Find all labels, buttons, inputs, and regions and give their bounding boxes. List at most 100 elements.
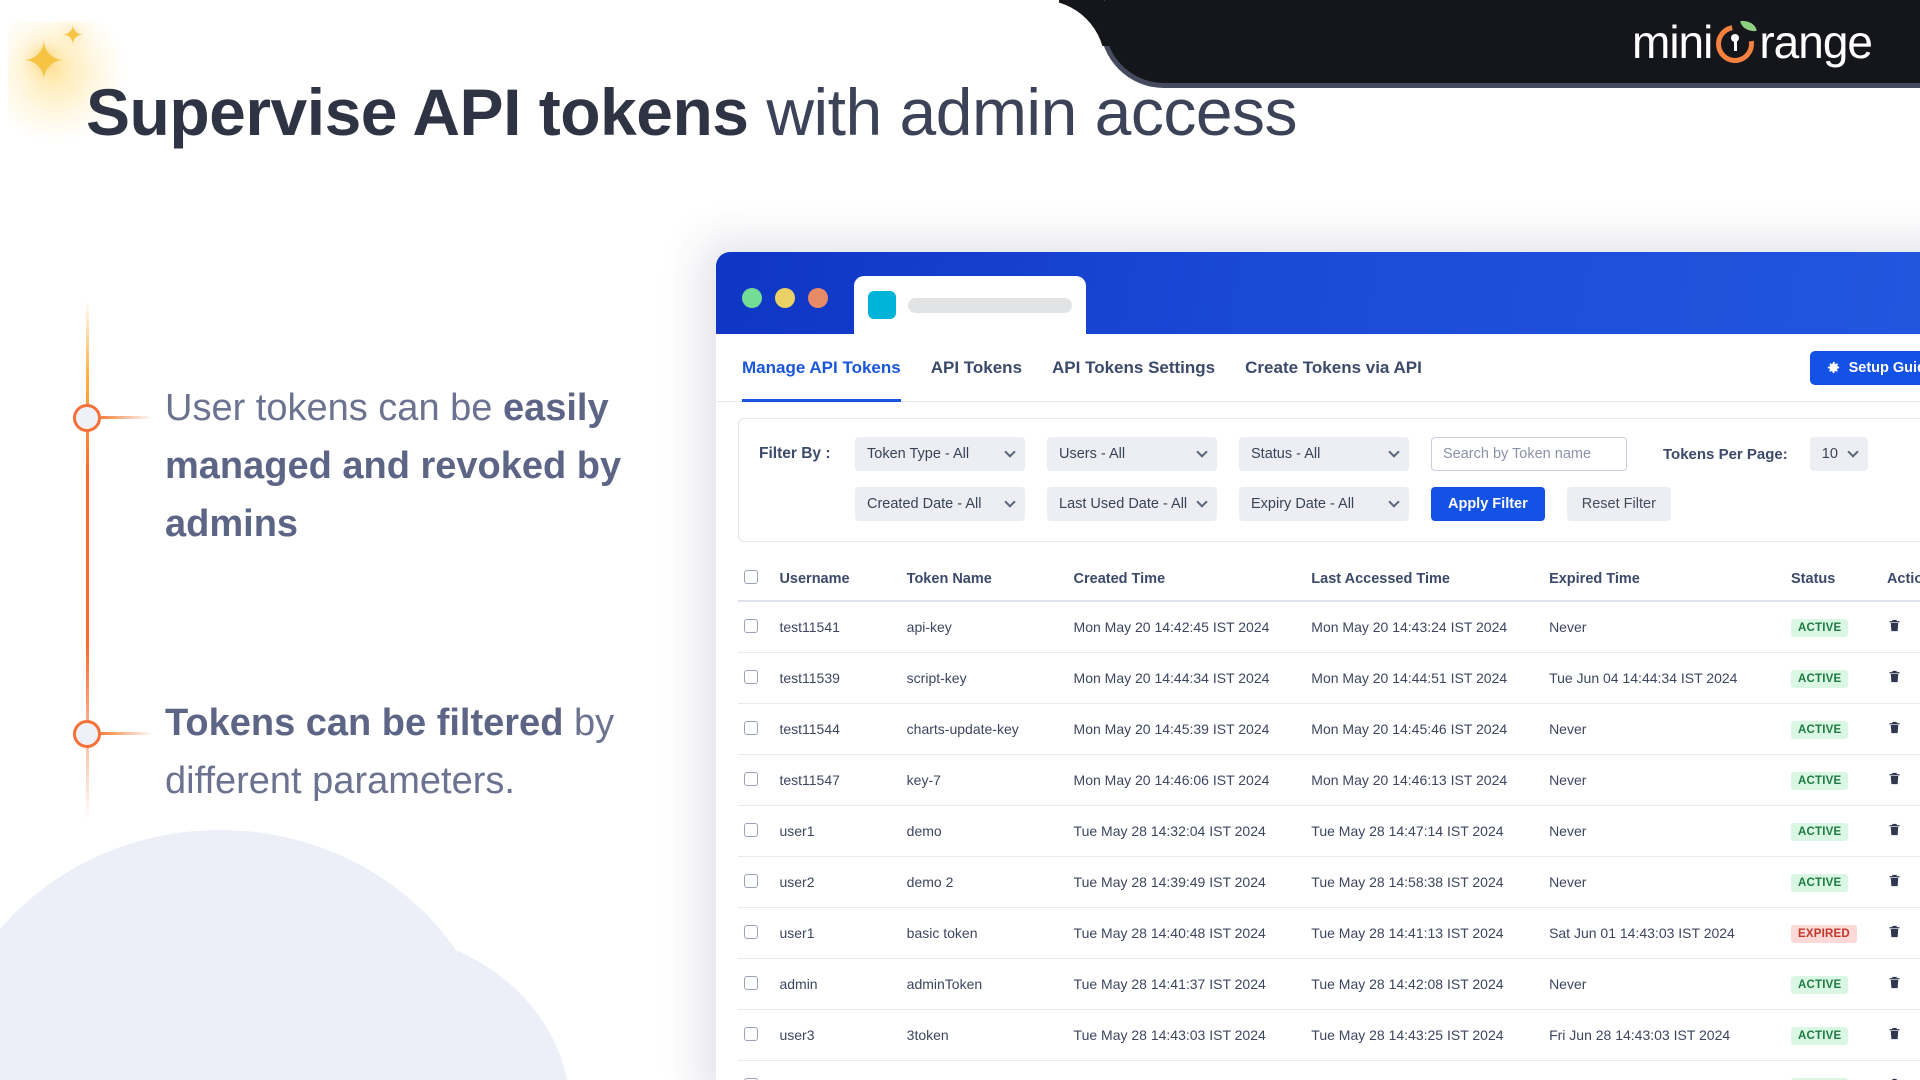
cell-action xyxy=(1880,907,1920,959)
search-input[interactable] xyxy=(1431,437,1627,471)
users-select[interactable]: Users - All xyxy=(1047,437,1217,471)
row-checkbox[interactable] xyxy=(744,924,758,939)
cell-last-accessed: Tue May 28 14:43:25 IST 2024 xyxy=(1311,1027,1504,1043)
row-checkbox[interactable] xyxy=(744,975,758,990)
table-row[interactable]: test11541 api-key Mon May 20 14:42:45 IST … xyxy=(738,601,1920,653)
table-row[interactable]: test11544 charts-update-key Mon May 20 14:… xyxy=(738,703,1920,755)
reset-filter-button[interactable]: Reset Filter xyxy=(1566,487,1671,521)
cell-token-name: script-key xyxy=(900,652,1068,704)
window-maximize-dot[interactable] xyxy=(742,288,762,308)
browser-tab[interactable] xyxy=(854,276,1086,334)
setup-guide-label: Setup Guide xyxy=(1848,359,1920,376)
row-checkbox[interactable] xyxy=(744,771,758,786)
cell-status: ACTIVE xyxy=(1785,805,1881,857)
delete-icon[interactable] xyxy=(1887,821,1902,838)
row-checkbox[interactable] xyxy=(744,720,758,735)
row-checkbox[interactable] xyxy=(744,1026,758,1041)
tokens-table-wrap: Username Token Name Created Time Last Ac… xyxy=(738,560,1920,1080)
header-action: Action xyxy=(1880,560,1920,602)
delete-icon[interactable] xyxy=(1887,719,1902,736)
cell-username: test11541 xyxy=(773,601,901,653)
table-row[interactable]: test11547 key-7 Mon May 20 14:46:06 IST 20… xyxy=(738,754,1920,806)
cell-expired-time: Sat Jun 01 14:43:03 IST 2024 xyxy=(1543,907,1785,959)
bullet-2-strong: Tokens can be filtered xyxy=(165,702,564,744)
expiry-date-select[interactable]: Expiry Date - All xyxy=(1239,487,1409,521)
status-select[interactable]: Status - All xyxy=(1239,437,1409,471)
chevron-down-icon xyxy=(1004,446,1016,458)
select-all-checkbox[interactable] xyxy=(744,570,758,584)
token-type-select[interactable]: Token Type - All xyxy=(855,437,1025,471)
cell-last-accessed: Mon May 20 14:43:24 IST 2024 xyxy=(1311,619,1508,635)
table-row[interactable]: admin adminToken Tue May 28 14:41:37 IST 2… xyxy=(738,958,1920,1010)
cell-token-name: Scriptrunner xyxy=(900,1060,1068,1080)
delete-icon[interactable] xyxy=(1887,770,1902,787)
tokens-per-page-label: Tokens Per Page: xyxy=(1663,445,1788,463)
window-minimize-dot[interactable] xyxy=(775,288,795,308)
row-checkbox[interactable] xyxy=(744,822,758,837)
delete-icon[interactable] xyxy=(1887,872,1902,889)
status-badge: ACTIVE xyxy=(1791,822,1849,841)
delete-icon[interactable] xyxy=(1887,617,1902,634)
cell-created-time: Tue May 28 14:43:03 IST 2024 xyxy=(1067,1009,1306,1061)
cell-expired-time: Never xyxy=(1543,805,1785,857)
cell-created-time: Tue May 28 14:32:04 IST 2024 xyxy=(1067,805,1306,857)
cell-status: ACTIVE xyxy=(1785,754,1881,806)
tab-create-tokens-via-api[interactable]: Create Tokens via API xyxy=(1245,334,1422,402)
row-select-cell xyxy=(738,907,774,959)
tab-title-placeholder xyxy=(908,297,1072,313)
row-checkbox[interactable] xyxy=(744,873,758,888)
row-select-cell xyxy=(738,601,774,653)
row-select-cell xyxy=(738,652,774,704)
header-created-time: Created Time xyxy=(1067,560,1306,602)
cell-status: ACTIVE xyxy=(1785,856,1881,908)
row-checkbox[interactable] xyxy=(744,669,758,684)
cell-token-name: key-7 xyxy=(900,754,1068,806)
filter-row-1: Filter By : Token Type - All Users - All… xyxy=(759,437,1920,471)
delete-icon[interactable] xyxy=(1887,923,1902,940)
cell-last-accessed-time: Tue May 28 14:41:13 IST 2024 xyxy=(1305,907,1544,959)
header-last-accessed-time: Last Accessed Time xyxy=(1305,560,1544,602)
cell-last-accessed: Tue May 28 14:42:08 IST 2024 xyxy=(1311,976,1504,992)
tab-manage-api-tokens[interactable]: Manage API Tokens xyxy=(742,334,901,402)
tokens-per-page-select[interactable]: 10 xyxy=(1809,437,1868,471)
table-row[interactable]: adminScriptrunnerMon Jun 03 11:05:12 IST… xyxy=(738,1060,1920,1080)
delete-icon[interactable] xyxy=(1887,668,1902,685)
cell-token-name: adminToken xyxy=(900,958,1068,1010)
cell-expired-time: Tue Jun 04 14:44:34 IST 2024 xyxy=(1543,652,1785,704)
tab-api-tokens-settings[interactable]: API Tokens Settings xyxy=(1052,334,1215,402)
tokens-table-body: test11541 api-key Mon May 20 14:42:45 IST … xyxy=(738,601,1920,1080)
bullet-1-lead: User tokens can be xyxy=(165,387,503,429)
page-title-bold: Supervise API tokens xyxy=(86,75,749,149)
last-used-date-select[interactable]: Last Used Date - All xyxy=(1047,487,1217,521)
delete-icon[interactable] xyxy=(1887,1076,1902,1080)
delete-icon[interactable] xyxy=(1887,1025,1902,1042)
cell-token-name: api-key xyxy=(900,601,1068,653)
sparkle-small-icon: ✦ xyxy=(62,20,84,50)
table-row[interactable]: user3 3token Tue May 28 14:43:03 IST 2024 T… xyxy=(738,1009,1920,1061)
apply-filter-button[interactable]: Apply Filter xyxy=(1431,487,1545,521)
status-badge: ACTIVE xyxy=(1791,975,1849,994)
table-row[interactable]: test11539 script-key Mon May 20 14:44:34 I… xyxy=(738,652,1920,704)
delete-icon[interactable] xyxy=(1887,974,1902,991)
cell-status: ACTIVE xyxy=(1785,1009,1881,1061)
status-badge: ACTIVE xyxy=(1791,618,1849,637)
table-row[interactable]: user2 demo 2 Tue May 28 14:39:49 IST 2024 T… xyxy=(738,856,1920,908)
created-date-select[interactable]: Created Date - All xyxy=(855,487,1025,521)
cell-username: user2 xyxy=(773,856,901,908)
cell-username: test11539 xyxy=(773,652,901,704)
select-all-header xyxy=(738,560,774,602)
status-value: Status - All xyxy=(1251,446,1321,462)
table-row[interactable]: user1 demo Tue May 28 14:32:04 IST 2024 Tue… xyxy=(738,805,1920,857)
cell-status: EXPIRED xyxy=(1785,907,1881,959)
cell-created-time: Mon May 20 14:45:39 IST 2024 xyxy=(1067,703,1306,755)
row-checkbox[interactable] xyxy=(744,618,758,633)
setup-guide-button[interactable]: Setup Guide xyxy=(1809,350,1920,385)
tab-api-tokens[interactable]: API Tokens xyxy=(931,334,1022,402)
tokens-table: Username Token Name Created Time Last Ac… xyxy=(738,560,1920,1080)
window-close-dot[interactable] xyxy=(808,288,828,308)
status-badge: ACTIVE xyxy=(1791,720,1849,739)
table-row[interactable]: user1 basic token Tue May 28 14:40:48 IST … xyxy=(738,907,1920,959)
window-controls[interactable] xyxy=(716,288,854,334)
cell-action xyxy=(1880,1060,1920,1080)
page-title: Supervise API tokens with admin access xyxy=(86,72,1446,153)
